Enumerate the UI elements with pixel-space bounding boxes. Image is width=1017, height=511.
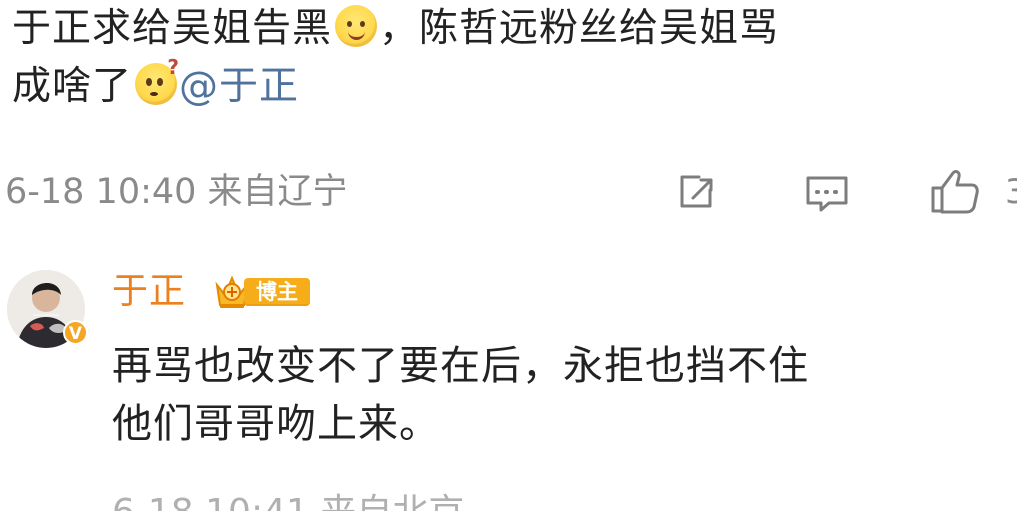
- blogger-badge: 博主: [211, 270, 313, 312]
- comment-icon[interactable]: [803, 171, 851, 215]
- reply-body: 再骂也改变不了要在后，永拒也挡不住 他们哥哥吻上来。: [112, 337, 1002, 453]
- mention-link[interactable]: @于正: [179, 64, 299, 109]
- post-text-part-two: ，陈哲远粉丝给吴姐骂: [379, 6, 780, 51]
- post-body: 于正求给吴姐告黑 ，陈哲远粉丝给吴姐骂 成啥了? @于正: [12, 0, 1002, 116]
- blogger-label: 博主: [244, 278, 310, 306]
- partial-reply-meta: 6-18 10:41 来自北京: [112, 492, 464, 511]
- post-text-part-one: 于正求给吴姐告黑: [12, 6, 333, 51]
- weibo-comment-screenshot: 于正求给吴姐告黑 ，陈哲远粉丝给吴姐骂 成啥了? @于正 6-18 10:40 来自…: [0, 0, 1017, 511]
- reply-line-one: 再骂也改变不了要在后，永拒也挡不住: [112, 343, 809, 389]
- author-avatar[interactable]: V: [7, 270, 88, 348]
- reply-line-two: 他们哥哥吻上来。: [112, 401, 440, 447]
- verified-badge: V: [63, 320, 88, 345]
- smiling-face-icon: [335, 5, 378, 47]
- share-icon[interactable]: [674, 170, 718, 214]
- post-line-two: 成啥了? @于正: [12, 57, 1002, 116]
- post-line-one: 于正求给吴姐告黑 ，陈哲远粉丝给吴姐骂: [12, 0, 1002, 58]
- post-meta: 6-18 10:40 来自辽宁: [5, 172, 348, 212]
- like-count: 3: [1005, 172, 1017, 212]
- post-text-part-three: 成啥了: [12, 64, 133, 109]
- like-icon[interactable]: [929, 166, 981, 216]
- reply-author-name[interactable]: 于正: [112, 268, 186, 316]
- confused-face-icon: ?: [135, 57, 179, 105]
